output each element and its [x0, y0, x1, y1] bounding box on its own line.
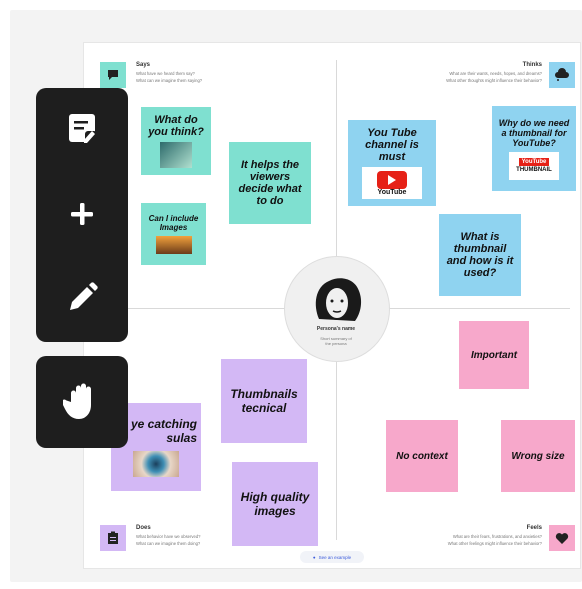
says-line2: What can we imagine them saying? [136, 78, 203, 83]
persona-circle[interactable] [284, 256, 390, 362]
sticky-note-wrong-size[interactable]: Wrong size [501, 420, 575, 492]
eye-image [133, 451, 179, 477]
thinks-line1: What are their wants, needs, hopes, and … [449, 71, 542, 76]
eye-icon: ● [312, 554, 316, 560]
pencil-icon [70, 282, 98, 310]
pan-tool-button[interactable] [36, 372, 128, 432]
sticky-note-what-is-thumbnail[interactable]: What is thumbnail and how is it used? [439, 214, 521, 296]
feels-line2: What other feelings might influence thei… [447, 541, 542, 546]
add-button[interactable] [36, 184, 128, 244]
does-line1: What behavior have we observed? [136, 534, 201, 539]
plus-icon [71, 203, 93, 225]
thought-cloud-icon [549, 62, 575, 88]
persona-summary[interactable]: Short summary of the persona [300, 336, 372, 346]
sticky-note-tool-button[interactable] [36, 98, 128, 158]
sticky-note-what-do-you-think[interactable]: What do you think? [141, 107, 211, 175]
thinks-title: Thinks [522, 62, 542, 68]
thinks-line2: What other thoughts might influence thei… [446, 78, 542, 83]
play-icon [377, 170, 407, 189]
floating-toolbar [36, 88, 128, 342]
youtube-thumbnail-logo: YouTube THUMBNAIL [509, 151, 559, 180]
sticky-note-helps-viewers[interactable]: It helps the viewers decide what to do [229, 142, 311, 224]
see-example-button[interactable]: ● See an example [300, 551, 364, 563]
note-image [160, 142, 192, 168]
sticky-note-youtube-channel[interactable]: You Tube channel is must YouTube [348, 120, 436, 206]
does-title: Does [136, 525, 151, 531]
sticky-note-no-context[interactable]: No context [386, 420, 458, 492]
feels-title: Feels [526, 525, 542, 531]
does-line2: What can we imagine them doing? [136, 541, 201, 546]
sticky-note-can-i-include-images[interactable]: Can I include Images [141, 203, 206, 265]
hand-icon [63, 383, 91, 419]
says-title: Says [136, 62, 151, 68]
clipboard-icon [100, 525, 126, 551]
note-image [155, 236, 192, 254]
sticky-note-icon [69, 114, 95, 143]
sticky-note-high-quality[interactable]: High quality images [232, 462, 318, 546]
sticky-note-important[interactable]: Important [459, 321, 529, 389]
pen-tool-button[interactable] [36, 268, 128, 328]
speech-bubble-icon [100, 62, 126, 88]
sticky-note-thumbnails-tecnical[interactable]: Thumbnails tecnical [221, 359, 307, 443]
sticky-note-why-thumbnail[interactable]: Why do we need a thumbnail for YouTube? … [492, 106, 576, 191]
persona-name[interactable]: Persona's name [298, 326, 374, 332]
heart-icon [549, 525, 575, 551]
youtube-logo: YouTube [362, 167, 422, 199]
says-line1: What have we heard them say? [136, 71, 195, 76]
feels-line1: What are their fears, frustrations, and … [452, 534, 542, 539]
pan-tool-panel [36, 356, 128, 448]
